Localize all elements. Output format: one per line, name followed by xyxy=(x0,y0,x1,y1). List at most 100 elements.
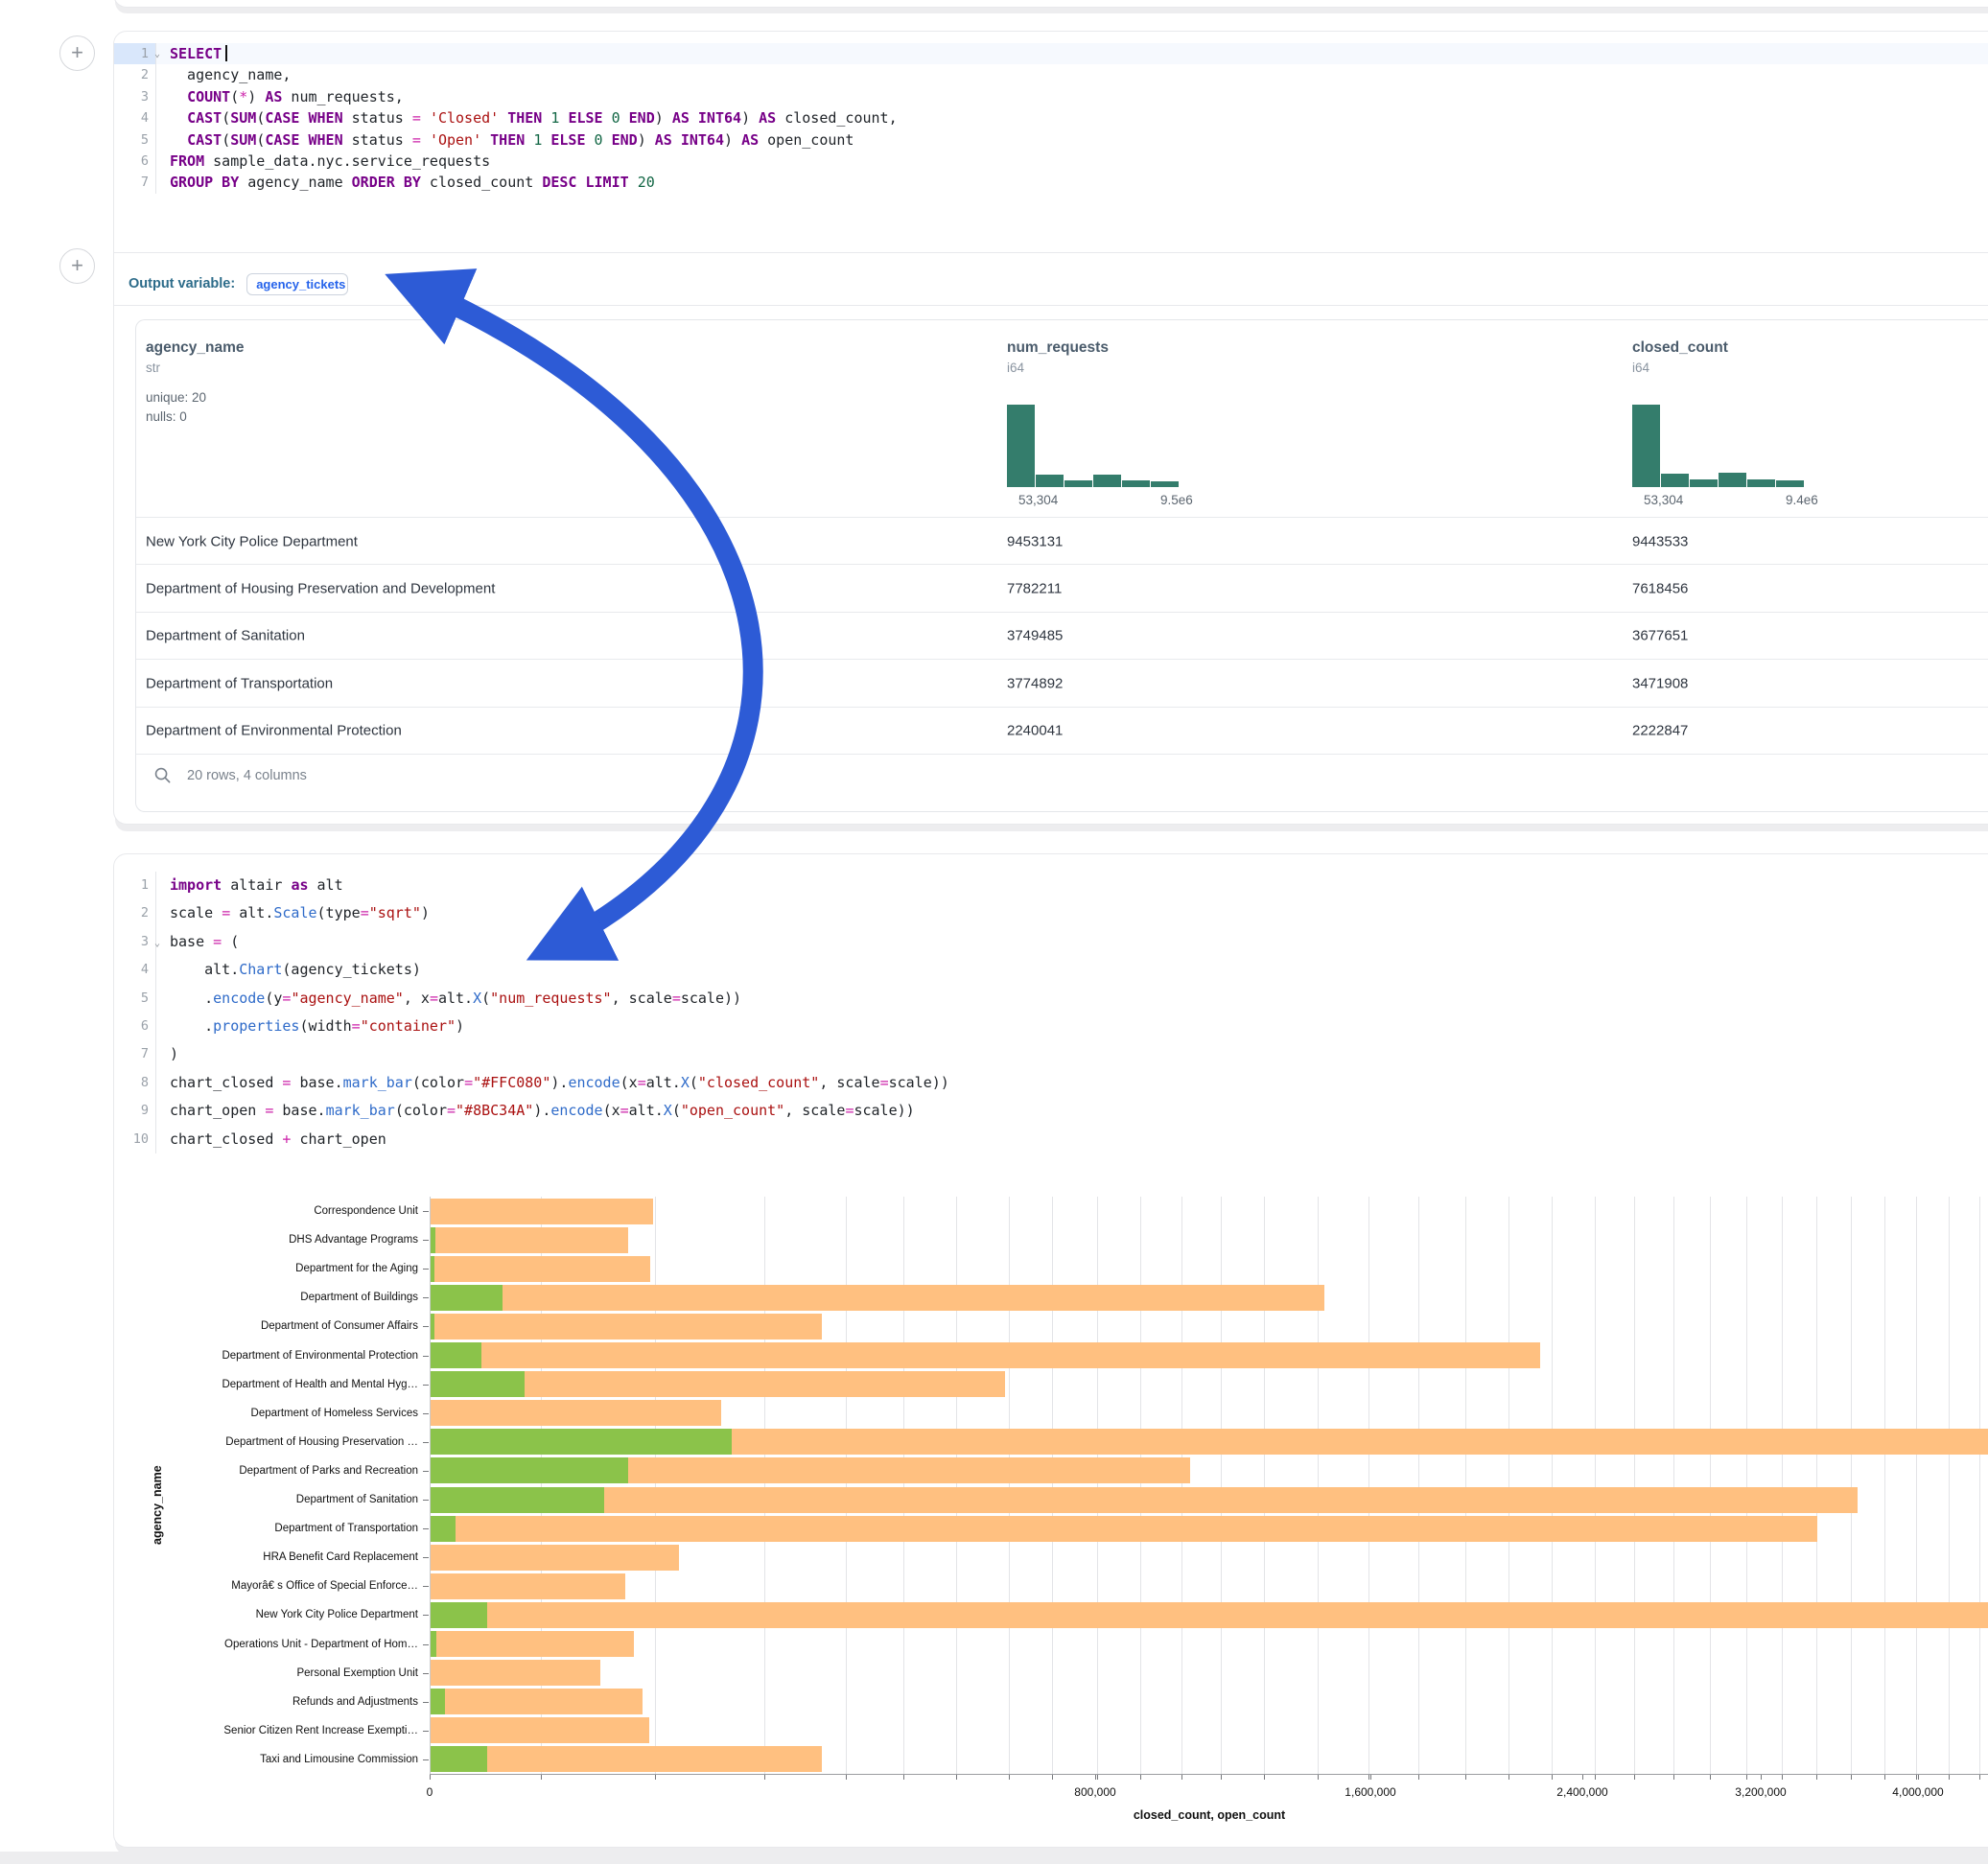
gridline xyxy=(1673,1197,1674,1774)
gridline xyxy=(1097,1197,1098,1774)
x-tick xyxy=(1761,1775,1762,1780)
x-minor-tick xyxy=(764,1775,765,1780)
cell-num-requests: 9453131 xyxy=(1007,533,1063,549)
gridline xyxy=(1052,1197,1053,1774)
histogram-closed-count xyxy=(1632,405,1805,487)
y-tick xyxy=(423,1673,429,1674)
histogram-bar xyxy=(1093,475,1121,487)
x-minor-tick xyxy=(1140,1775,1141,1780)
histogram-bar xyxy=(1151,481,1179,487)
output-variable-badge[interactable]: agency_tickets xyxy=(246,273,348,295)
cell-agency-name: New York City Police Department xyxy=(146,533,358,549)
bar-closed-count xyxy=(431,1545,679,1571)
add-cell-button-top[interactable]: + xyxy=(59,35,95,71)
sql-code-editor[interactable]: 1⌄SELECT2 agency_name,3 COUNT(*) AS num_… xyxy=(114,43,1988,194)
cell-closed-count: 3471908 xyxy=(1632,675,1688,691)
x-minor-tick xyxy=(1746,1775,1747,1780)
y-axis-title: agency_name xyxy=(151,1465,164,1545)
table-footer: 20 rows, 4 columns xyxy=(153,766,307,784)
category-label: Operations Unit - Department of Hom… xyxy=(224,1639,418,1650)
y-tick xyxy=(423,1356,429,1357)
y-tick xyxy=(423,1297,429,1298)
fold-chevron-icon[interactable]: ⌄ xyxy=(154,44,160,65)
python-cell-card: 1import altair as alt2scale = alt.Scale(… xyxy=(113,853,1988,1848)
gridline xyxy=(1368,1197,1369,1774)
category-label: DHS Advantage Programs xyxy=(289,1234,418,1246)
table-row: Department of Housing Preservation and D… xyxy=(136,564,1988,612)
gridline xyxy=(1552,1197,1553,1774)
bar-closed-count xyxy=(431,1746,822,1772)
category-label: Refunds and Adjustments xyxy=(292,1696,418,1708)
gridline xyxy=(764,1197,765,1774)
x-minor-tick xyxy=(1634,1775,1635,1780)
text-cursor xyxy=(225,45,227,61)
x-tick xyxy=(1095,1775,1096,1780)
x-minor-tick xyxy=(1673,1775,1674,1780)
gridline xyxy=(956,1197,957,1774)
cell-num-requests: 3749485 xyxy=(1007,628,1063,644)
y-tick xyxy=(423,1528,429,1529)
code-text: CAST(SUM(CASE WHEN status = 'Closed' THE… xyxy=(156,107,898,128)
x-minor-tick xyxy=(1949,1775,1950,1780)
line-number: 1⌄ xyxy=(114,43,156,64)
column-header-num-requests: num_requests i64 xyxy=(1007,339,1109,375)
category-label: Senior Citizen Rent Increase Exempti… xyxy=(223,1725,418,1736)
bar-closed-count xyxy=(431,1285,1324,1311)
y-tick xyxy=(423,1759,429,1760)
column-header-closed-count: closed_count i64 xyxy=(1632,339,1728,375)
bar-open-count xyxy=(431,1602,487,1628)
bar-closed-count xyxy=(431,1573,625,1599)
code-text: CAST(SUM(CASE WHEN status = 'Open' THEN … xyxy=(156,129,854,151)
dataframe-preview-panel[interactable]: agency_name str unique: 20 nulls: 0 num_… xyxy=(135,319,1988,812)
x-tick-label: 0 xyxy=(427,1785,433,1799)
line-number: 5 xyxy=(114,129,156,151)
code-line[interactable]: 6FROM sample_data.nyc.service_requests xyxy=(114,151,1988,172)
x-minor-tick xyxy=(1052,1775,1053,1780)
gridline xyxy=(1181,1197,1182,1774)
category-label: Department of Consumer Affairs xyxy=(261,1320,418,1332)
gridline xyxy=(1221,1197,1222,1774)
category-label: Department of Transportation xyxy=(274,1523,418,1534)
search-icon[interactable] xyxy=(153,766,172,784)
x-minor-tick xyxy=(1181,1775,1182,1780)
line-number: 7 xyxy=(114,172,156,193)
x-tick-label: 800,000 xyxy=(1074,1785,1115,1799)
table-row: New York City Police Department945313194… xyxy=(136,517,1988,565)
bar-closed-count xyxy=(431,1342,1540,1368)
code-text: agency_name, xyxy=(156,64,291,85)
cell-agency-name: Department of Sanitation xyxy=(146,628,305,644)
code-line[interactable]: 1⌄SELECT xyxy=(114,43,1988,64)
histogram-bar xyxy=(1661,474,1689,487)
x-minor-tick xyxy=(903,1775,904,1780)
histogram-bar xyxy=(1122,480,1150,487)
x-minor-tick xyxy=(1782,1775,1783,1780)
sql-cell-card: 1⌄SELECT2 agency_name,3 COUNT(*) AS num_… xyxy=(113,31,1988,825)
code-line[interactable]: 4 CAST(SUM(CASE WHEN status = 'Closed' T… xyxy=(114,107,1988,128)
category-label: Department of Sanitation xyxy=(296,1494,418,1505)
code-line[interactable]: 5 CAST(SUM(CASE WHEN status = 'Open' THE… xyxy=(114,129,1988,151)
bar-open-count xyxy=(431,1227,435,1253)
add-cell-button-output[interactable]: + xyxy=(59,248,95,284)
x-minor-tick xyxy=(1816,1775,1817,1780)
histogram-min-label: 53,304 xyxy=(1644,493,1683,507)
bar-closed-count xyxy=(431,1717,649,1743)
code-line[interactable]: 7GROUP BY agency_name ORDER BY closed_co… xyxy=(114,172,1988,193)
y-tick xyxy=(423,1211,429,1212)
x-minor-tick xyxy=(846,1775,847,1780)
bar-open-count xyxy=(431,1342,481,1368)
y-tick xyxy=(423,1385,429,1386)
x-minor-tick xyxy=(1097,1775,1098,1780)
column-name: closed_count xyxy=(1632,339,1728,357)
code-line[interactable]: 3 COUNT(*) AS num_requests, xyxy=(114,86,1988,107)
cell-closed-count: 3677651 xyxy=(1632,628,1688,644)
category-label: Department of Health and Mental Hyg… xyxy=(222,1379,418,1390)
bar-closed-count xyxy=(431,1516,1817,1542)
histogram-bar xyxy=(1776,480,1804,487)
code-line[interactable]: 2 agency_name, xyxy=(114,64,1988,85)
histogram-bar xyxy=(1719,473,1746,487)
histogram-max-label: 9.5e6 xyxy=(1160,493,1193,507)
histogram-bar xyxy=(1632,405,1660,487)
bar-open-count xyxy=(431,1429,732,1455)
y-tick xyxy=(423,1500,429,1501)
bar-open-count xyxy=(431,1487,604,1513)
